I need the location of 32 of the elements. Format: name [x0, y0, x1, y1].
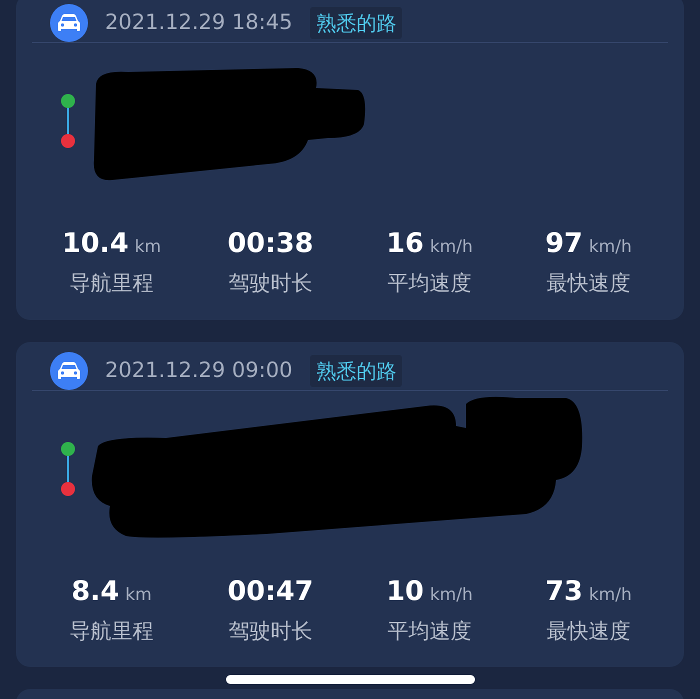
stat-value: 00:38	[228, 227, 314, 261]
stat-value: 10.4	[62, 227, 129, 261]
trip-time: 2021.12.29 09:00	[105, 356, 292, 384]
stat-value: 73	[545, 574, 583, 608]
stat-label: 最快速度	[546, 618, 630, 644]
stat-value: 00:47	[228, 574, 314, 608]
route-tag: 熟悉的路	[310, 7, 402, 39]
route-tag: 熟悉的路	[310, 354, 402, 386]
stat-unit: km/h	[588, 236, 632, 259]
car-icon	[50, 352, 88, 390]
stat-unit: km	[134, 236, 162, 259]
trip-card[interactable]: 2021.12.29 09:00 熟悉的路 8.4 km 导航里程 00:47 驾驶时长 10 km/h 平均速度 73 km/h 最快速度	[16, 342, 684, 667]
stat-value: 10	[386, 574, 424, 608]
car-icon	[50, 4, 88, 42]
route-line-icon	[60, 440, 76, 496]
stat-label: 平均速度	[388, 618, 472, 644]
stat-unit: km	[125, 584, 152, 606]
stat-label: 平均速度	[388, 270, 472, 297]
stat-value: 8.4	[71, 574, 120, 608]
stat-value: 16	[386, 227, 424, 261]
stat-label: 导航里程	[70, 618, 154, 644]
stat-label: 驾驶时长	[228, 270, 312, 297]
stat-value: 97	[545, 227, 583, 261]
route-line-icon	[60, 93, 76, 149]
stat-unit: km/h	[430, 236, 473, 259]
trip-card[interactable]: 2021.12.29 18:45 熟悉的路 10.4 km 导航里程 00:38 驾驶时长 16 km/h 平均速度 97 km/h 最快速度	[16, 0, 684, 320]
stat-unit: km/h	[588, 584, 632, 606]
stat-label: 最快速度	[546, 270, 630, 297]
stat-unit: km/h	[430, 584, 473, 606]
stat-label: 驾驶时长	[228, 618, 312, 644]
stat-label: 导航里程	[70, 270, 154, 297]
trip-time: 2021.12.29 18:45	[105, 9, 292, 36]
